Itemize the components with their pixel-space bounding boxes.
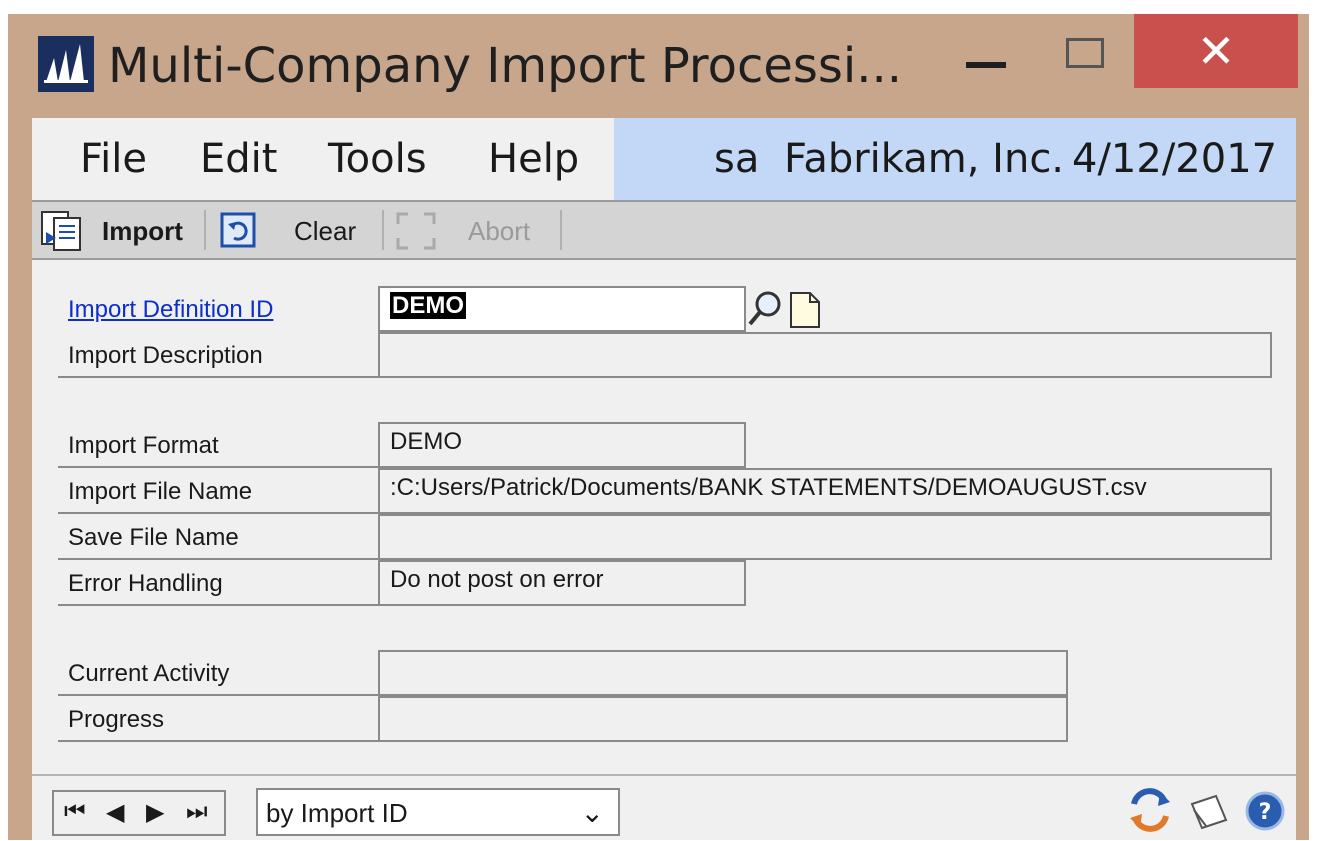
abort-icon	[394, 210, 438, 257]
window-frame: Multi-Company Import Processi... ✕ File …	[8, 14, 1309, 840]
row-divider	[58, 740, 380, 742]
maximize-button[interactable]	[1066, 38, 1104, 68]
menu-help[interactable]: Help	[488, 136, 579, 182]
lookup-icon[interactable]	[746, 288, 784, 335]
import-button[interactable]: Import	[102, 216, 183, 247]
menu-file[interactable]: File	[80, 136, 147, 182]
import-definition-id-link[interactable]: Import Definition ID	[68, 296, 273, 324]
user-name: sa	[714, 136, 760, 182]
sort-by-select[interactable]: by Import ID ⌄	[256, 788, 620, 836]
row-divider	[58, 376, 380, 378]
chevron-down-icon: ⌄	[580, 797, 604, 828]
help-icon[interactable]: ?	[1244, 790, 1286, 837]
import-format-label: Import Format	[68, 432, 219, 459]
import-format-field[interactable]: DEMO	[378, 422, 746, 468]
current-activity-label: Current Activity	[68, 660, 230, 687]
progress-label: Progress	[68, 706, 165, 733]
last-record-icon[interactable]: ⏭	[186, 798, 208, 826]
current-activity-field	[378, 650, 1068, 696]
save-file-name-label: Save File Name	[68, 524, 239, 551]
window-title: Multi-Company Import Processi...	[108, 38, 903, 94]
first-record-icon[interactable]: ⏮	[64, 798, 86, 826]
next-record-icon[interactable]: ▶	[146, 798, 164, 827]
company-name: Fabrikam, Inc.	[784, 136, 1065, 182]
import-description-field[interactable]	[378, 332, 1272, 378]
footer-divider	[32, 774, 1296, 776]
import-description-label: Import Description	[68, 342, 263, 369]
row-divider	[58, 694, 380, 696]
import-definition-id-value: DEMO	[390, 292, 466, 319]
user-info-bar: sa Fabrikam, Inc. 4/12/2017	[614, 118, 1296, 200]
row-divider	[58, 512, 380, 514]
clear-button[interactable]: Clear	[294, 216, 356, 247]
note-icon[interactable]	[1186, 790, 1232, 839]
clear-icon[interactable]	[220, 212, 256, 253]
abort-button[interactable]: Abort	[468, 216, 530, 247]
title-bar[interactable]: Multi-Company Import Processi... ✕	[8, 14, 1309, 118]
minimize-button[interactable]	[966, 62, 1006, 68]
row-divider	[58, 604, 380, 606]
menu-edit[interactable]: Edit	[200, 136, 277, 182]
import-file-name-label: Import File Name	[68, 478, 253, 505]
record-navigation: ⏮ ◀ ▶ ⏭	[52, 790, 226, 836]
save-file-name-field[interactable]	[378, 514, 1272, 560]
error-handling-label: Error Handling	[68, 570, 223, 597]
new-note-icon[interactable]	[788, 290, 822, 335]
import-file-name-field[interactable]: :C:Users/Patrick/Documents/BANK STATEMEN…	[378, 468, 1272, 514]
toolbar-separator	[204, 210, 206, 250]
row-divider	[58, 558, 380, 560]
menu-bar: File Edit Tools Help sa Fabrikam, Inc. 4…	[32, 118, 1296, 200]
user-date: 4/12/2017	[1072, 136, 1278, 182]
error-handling-field[interactable]: Do not post on error	[378, 560, 746, 606]
toolbar-separator	[560, 210, 562, 250]
refresh-icon[interactable]	[1124, 784, 1176, 841]
svg-text:?: ?	[1259, 800, 1272, 825]
sort-by-value: by Import ID	[266, 798, 408, 828]
toolbar-separator	[382, 210, 384, 250]
progress-field	[378, 696, 1068, 742]
previous-record-icon[interactable]: ◀	[106, 798, 124, 827]
import-icon[interactable]	[40, 210, 86, 257]
import-definition-id-input[interactable]: DEMO	[378, 286, 746, 332]
menu-tools[interactable]: Tools	[328, 136, 427, 182]
client-area: File Edit Tools Help sa Fabrikam, Inc. 4…	[32, 118, 1296, 840]
app-logo-icon	[38, 36, 94, 92]
toolbar: Import Clear Abort	[32, 200, 1296, 260]
row-divider	[58, 466, 380, 468]
close-button[interactable]: ✕	[1134, 14, 1298, 88]
